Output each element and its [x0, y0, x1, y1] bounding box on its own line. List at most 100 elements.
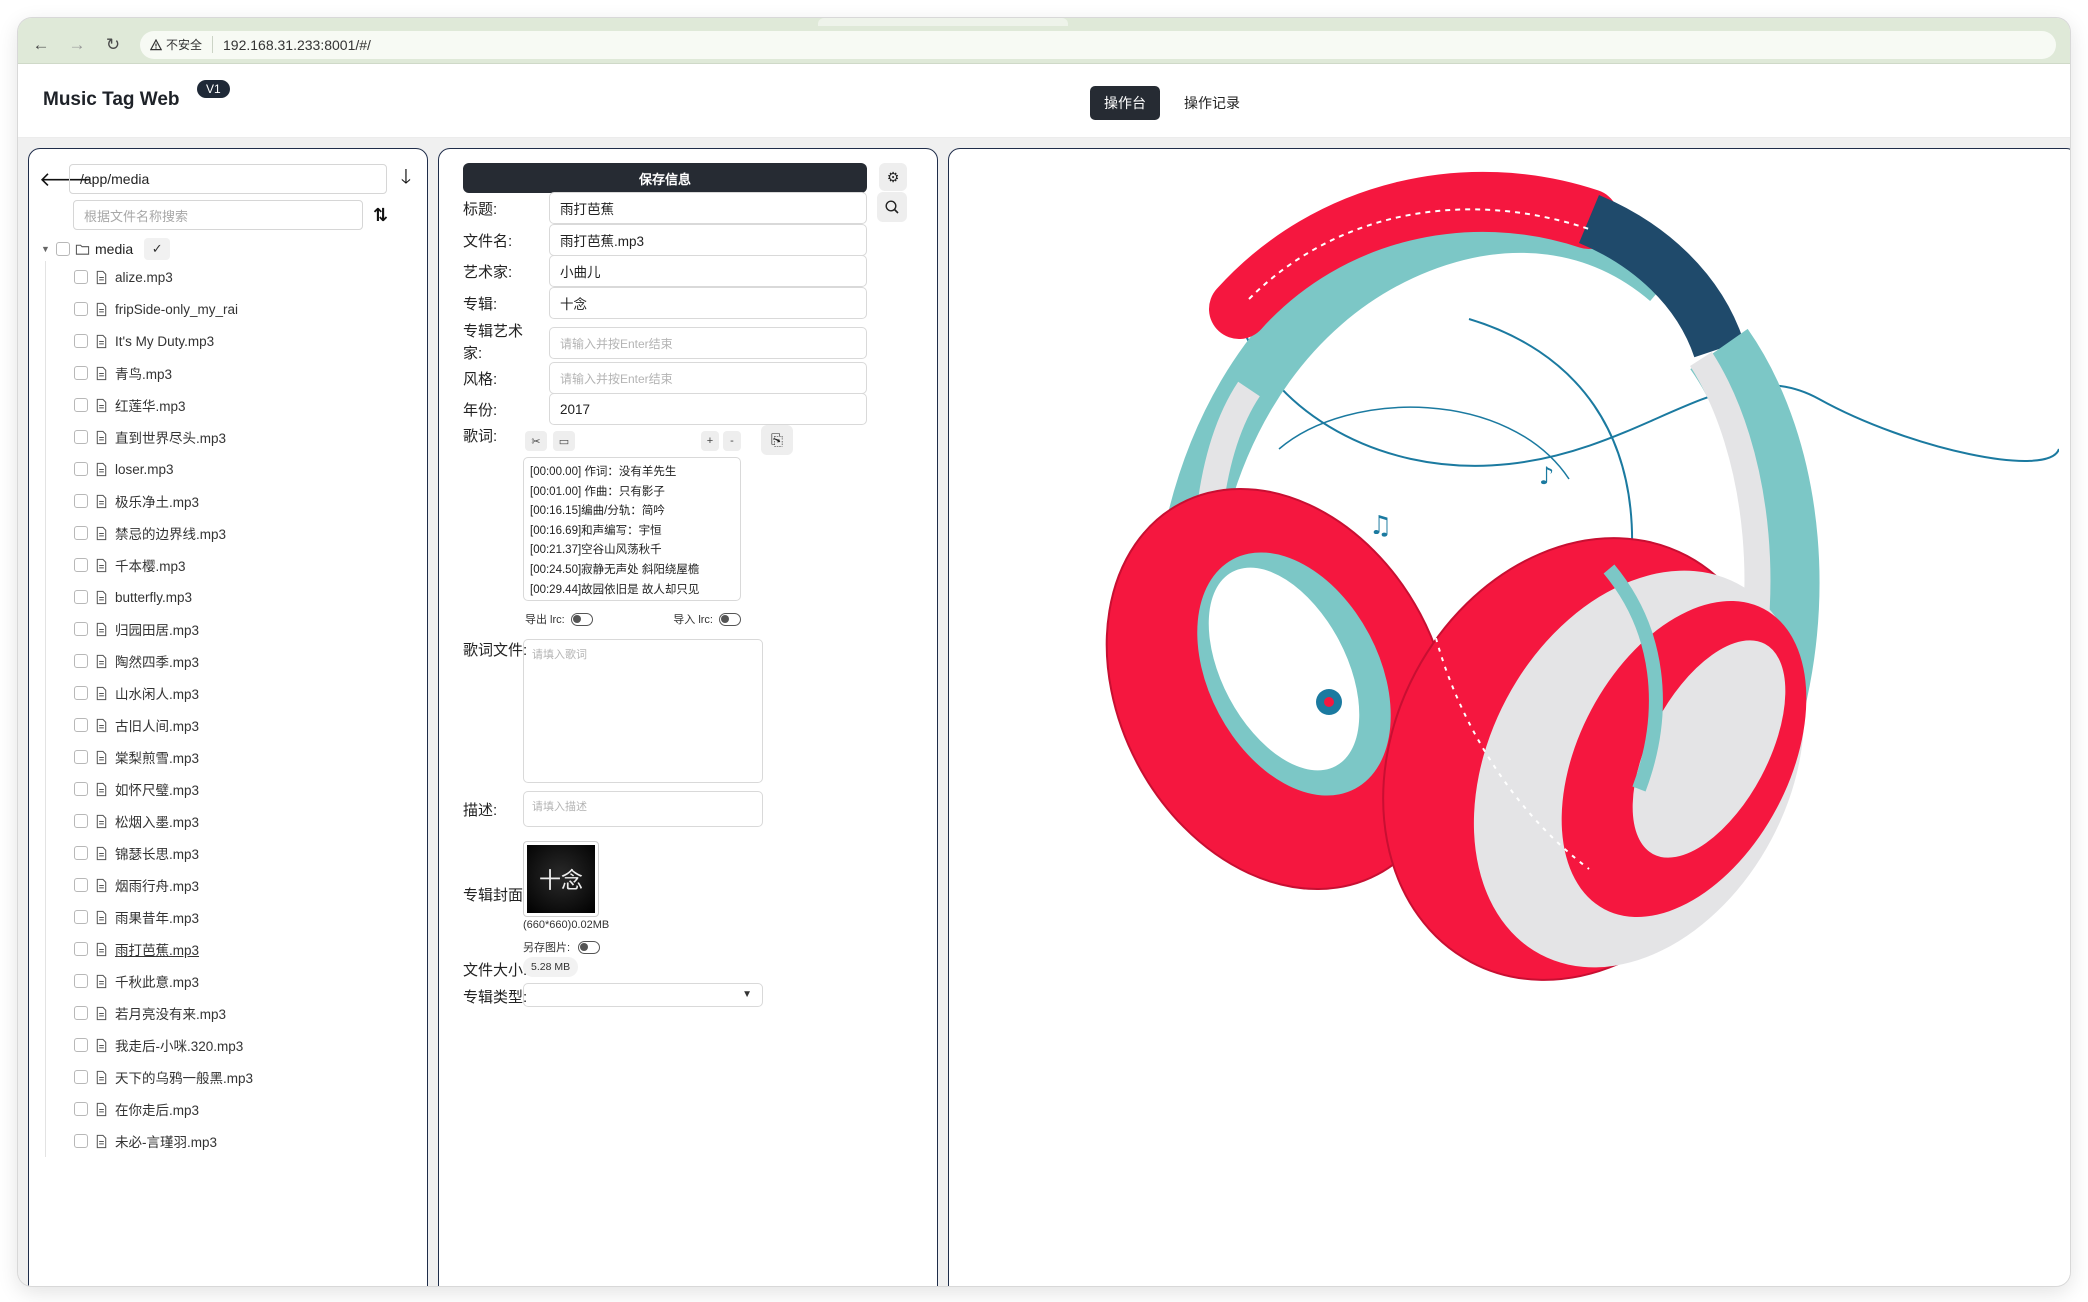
reload-icon[interactable]: ↻: [104, 35, 122, 54]
import-lrc-switch[interactable]: [719, 612, 741, 626]
file-checkbox[interactable]: [74, 270, 88, 284]
back-icon[interactable]: ←: [32, 35, 50, 54]
tree-root[interactable]: ▼ media ✓: [41, 237, 417, 261]
export-lrc-label: 导出 lrc:: [525, 614, 565, 626]
file-checkbox[interactable]: [74, 334, 88, 348]
file-checkbox[interactable]: [74, 878, 88, 892]
settings-gear-icon[interactable]: ⚙: [879, 163, 907, 191]
description-textarea[interactable]: 请填入描述: [523, 791, 763, 827]
artist-input[interactable]: 小曲儿: [549, 255, 867, 287]
file-item[interactable]: 未必-言瑾羽.mp3: [74, 1125, 417, 1157]
file-checkbox[interactable]: [74, 558, 88, 572]
lyric-minus-button[interactable]: -: [723, 431, 741, 451]
file-item[interactable]: 山水闲人.mp3: [74, 677, 417, 709]
file-checkbox[interactable]: [74, 526, 88, 540]
file-item[interactable]: 烟雨行舟.mp3: [74, 869, 417, 901]
confirm-check-icon[interactable]: ✓: [144, 238, 171, 260]
file-item[interactable]: fripSide-only_my_rai: [74, 293, 417, 325]
collapse-caret-icon[interactable]: ▼: [41, 244, 51, 254]
file-item[interactable]: loser.mp3: [74, 453, 417, 485]
path-input[interactable]: /app/media: [69, 164, 387, 194]
lyric-file-textarea[interactable]: 请填入歌词: [523, 639, 763, 783]
insecure-indicator[interactable]: 不安全: [150, 36, 214, 53]
file-checkbox[interactable]: [74, 750, 88, 764]
save-image-switch[interactable]: [578, 940, 601, 954]
file-item[interactable]: 松烟入墨.mp3: [74, 805, 417, 837]
file-item[interactable]: 天下的乌鸦一般黑.mp3: [74, 1061, 417, 1093]
file-item[interactable]: 红莲华.mp3: [74, 389, 417, 421]
search-icon[interactable]: [877, 192, 907, 222]
file-checkbox[interactable]: [74, 430, 88, 444]
file-item[interactable]: 青鸟.mp3: [74, 357, 417, 389]
file-checkbox[interactable]: [74, 846, 88, 860]
nav-history-tab[interactable]: 操作记录: [1170, 86, 1254, 120]
sort-icon[interactable]: ⇅: [373, 205, 388, 226]
file-item[interactable]: 千本樱.mp3: [74, 549, 417, 581]
file-item[interactable]: 陶然四季.mp3: [74, 645, 417, 677]
url-text: 192.168.31.233:8001/#/: [223, 36, 371, 53]
back-arrow-icon[interactable]: 🡐: [39, 167, 93, 192]
file-checkbox[interactable]: [74, 622, 88, 636]
active-tab[interactable]: [818, 18, 1068, 26]
file-checkbox[interactable]: [74, 910, 88, 924]
download-arrow-icon[interactable]: 🡓: [395, 162, 417, 196]
file-checkbox[interactable]: [74, 462, 88, 476]
lyrics-textarea[interactable]: [00:00.00] 作词：没有羊先生 [00:01.00] 作曲：只有影子 [00…: [523, 457, 741, 601]
lyric-plus-button[interactable]: +: [701, 431, 719, 451]
file-item[interactable]: 锦瑟长思.mp3: [74, 837, 417, 869]
album-input[interactable]: 十念: [549, 287, 867, 319]
file-checkbox[interactable]: [74, 1006, 88, 1020]
file-item[interactable]: 棠梨煎雪.mp3: [74, 741, 417, 773]
year-input[interactable]: 2017: [549, 393, 867, 425]
file-checkbox[interactable]: [74, 942, 88, 956]
file-checkbox[interactable]: [74, 814, 88, 828]
file-item[interactable]: 我走后-小咪.320.mp3: [74, 1029, 417, 1061]
address-bar[interactable]: 不安全 192.168.31.233:8001/#/: [140, 30, 2056, 59]
file-search-input[interactable]: 根据文件名称搜索: [73, 200, 363, 230]
translate-icon[interactable]: ⎘: [761, 425, 793, 455]
filename-input[interactable]: 雨打芭蕉.mp3: [549, 224, 867, 256]
file-item[interactable]: It's My Duty.mp3: [74, 325, 417, 357]
file-checkbox[interactable]: [74, 1070, 88, 1084]
file-item[interactable]: 在你走后.mp3: [74, 1093, 417, 1125]
genre-input[interactable]: 请输入并按Enter结束: [549, 362, 867, 394]
file-item[interactable]: 雨打芭蕉.mp3: [74, 933, 417, 965]
file-checkbox[interactable]: [74, 718, 88, 732]
file-name: 千秋此意.mp3: [115, 975, 200, 990]
file-item[interactable]: 归园田居.mp3: [74, 613, 417, 645]
file-checkbox[interactable]: [74, 654, 88, 668]
file-checkbox[interactable]: [74, 398, 88, 412]
root-checkbox[interactable]: [56, 242, 70, 256]
file-checkbox[interactable]: [74, 590, 88, 604]
file-item[interactable]: 如怀尺璧.mp3: [74, 773, 417, 805]
file-item[interactable]: 千秋此意.mp3: [74, 965, 417, 997]
file-item[interactable]: butterfly.mp3: [74, 581, 417, 613]
file-item[interactable]: alize.mp3: [74, 261, 417, 293]
file-checkbox[interactable]: [74, 1134, 88, 1148]
album-cover[interactable]: 十念: [523, 841, 599, 917]
album-artist-input[interactable]: 请输入并按Enter结束: [549, 327, 867, 359]
album-type-select[interactable]: ▼: [523, 983, 763, 1007]
file-item[interactable]: 雨果昔年.mp3: [74, 901, 417, 933]
file-item[interactable]: 若月亮没有来.mp3: [74, 997, 417, 1029]
forward-icon[interactable]: →: [68, 35, 86, 54]
file-item[interactable]: 古旧人间.mp3: [74, 709, 417, 741]
card-icon[interactable]: ▭: [553, 431, 575, 451]
file-checkbox[interactable]: [74, 302, 88, 316]
file-checkbox[interactable]: [74, 494, 88, 508]
file-checkbox[interactable]: [74, 782, 88, 796]
file-item[interactable]: 极乐净土.mp3: [74, 485, 417, 517]
title-input[interactable]: 雨打芭蕉: [549, 192, 867, 224]
file-checkbox[interactable]: [74, 1038, 88, 1052]
file-checkbox[interactable]: [74, 974, 88, 988]
nav-console-tab[interactable]: 操作台: [1090, 86, 1160, 120]
file-item[interactable]: 禁忌的边界线.mp3: [74, 517, 417, 549]
save-button[interactable]: 保存信息: [463, 163, 867, 193]
file-checkbox[interactable]: [74, 686, 88, 700]
file-checkbox[interactable]: [74, 366, 88, 380]
file-name: 棠梨煎雪.mp3: [115, 751, 200, 766]
file-item[interactable]: 直到世界尽头.mp3: [74, 421, 417, 453]
scissors-icon[interactable]: ✂: [525, 431, 547, 451]
export-lrc-switch[interactable]: [570, 612, 593, 626]
file-checkbox[interactable]: [74, 1102, 88, 1116]
